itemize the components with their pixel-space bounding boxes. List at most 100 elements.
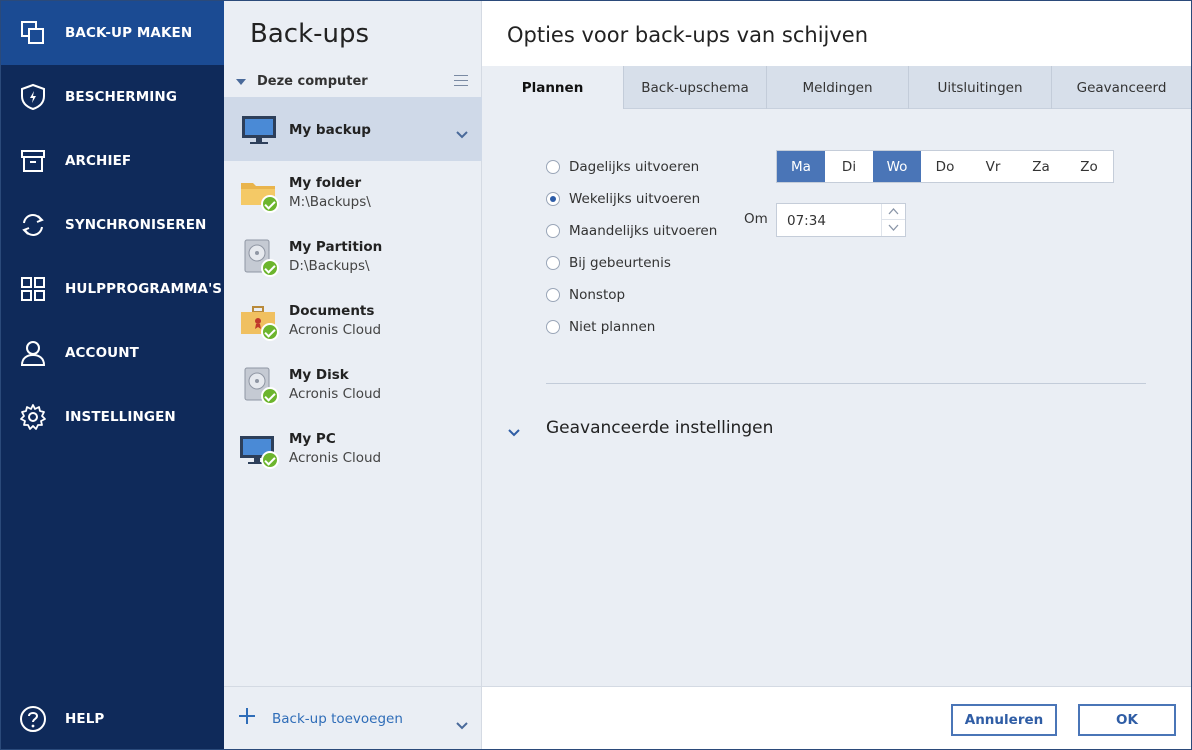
backup-item[interactable]: My backup [224,97,482,161]
backup-item[interactable]: My Disk Acronis Cloud [224,353,482,417]
status-ok-icon [261,259,279,277]
nav-item-settings[interactable]: INSTELLINGEN [1,385,224,449]
nav-label: HELP [65,711,105,727]
radio-weekly[interactable]: Wekelijks uitvoeren [546,188,746,210]
gear-icon [19,403,47,431]
chevron-down-icon[interactable] [508,422,520,437]
app-window: BACK-UP MAKEN BESCHERMING ARCHIEF SYNCHR… [0,0,1192,750]
backup-location: Acronis Cloud [289,386,382,402]
radio-no-schedule[interactable]: Niet plannen [546,316,746,338]
status-ok-icon [261,195,279,213]
backup-location: Acronis Cloud [289,322,382,338]
backup-name: My Disk [289,367,349,383]
caret-down-icon[interactable] [236,79,246,85]
nav-item-sync[interactable]: SYNCHRONISEREN [1,193,224,257]
nav-item-archive[interactable]: ARCHIEF [1,129,224,193]
briefcase-icon [239,301,279,341]
monitor-icon [239,429,279,469]
radio-on-event[interactable]: Bij gebeurtenis [546,252,746,274]
tab-bar: Plannen Back-upschema Meldingen Uitsluit… [482,66,1191,110]
radio-button[interactable] [546,320,560,334]
nav-item-account[interactable]: ACCOUNT [1,321,224,385]
day-toggle-fri[interactable]: Vr [969,151,1017,182]
options-header: Opties voor back-ups van schijven [482,1,1191,66]
radio-label: Dagelijks uitvoeren [569,159,700,175]
archive-icon [19,147,47,175]
sync-icon [19,211,47,239]
tab-exclusions[interactable]: Uitsluitingen [908,66,1051,109]
grid-icon [19,275,47,303]
add-backup-bar[interactable]: Back-up toevoegen [224,686,482,749]
nav-label: ACCOUNT [65,345,139,361]
radio-monthly[interactable]: Maandelijks uitvoeren [546,220,746,242]
hamburger-menu-icon[interactable] [454,75,468,87]
ok-button[interactable]: OK [1078,704,1176,736]
radio-button[interactable] [546,224,560,238]
day-toggle-wed[interactable]: Wo [873,151,921,182]
nav-label: SYNCHRONISEREN [65,217,207,233]
day-toggle-mon[interactable]: Ma [777,151,825,182]
spinner-down-button[interactable] [882,220,905,236]
radio-button[interactable] [546,192,560,206]
list-title: Back-ups [250,19,370,49]
radio-button[interactable] [546,288,560,302]
folder-icon [239,173,279,213]
group-header[interactable]: Deze computer [224,67,482,97]
tab-backup-scheme[interactable]: Back-upschema [623,66,766,109]
advanced-settings-toggle[interactable]: Geavanceerde instellingen [546,418,773,438]
nav-label: HULPPROGRAMMA'S [65,281,223,297]
radio-nonstop[interactable]: Nonstop [546,284,746,306]
backup-item[interactable]: My folder M:\Backups\ [224,161,482,225]
backup-name: My Partition [289,239,383,255]
nav-item-protection[interactable]: BESCHERMING [1,65,224,129]
plus-icon[interactable] [238,707,256,725]
radio-daily[interactable]: Dagelijks uitvoeren [546,156,746,178]
backup-list-pane: Back-ups Deze computer My backup My fold… [224,1,482,749]
spinner-up-button[interactable] [882,204,905,220]
backup-item[interactable]: Documents Acronis Cloud [224,289,482,353]
backup-name: My backup [289,122,371,138]
radio-label: Niet plannen [569,319,656,335]
radio-button[interactable] [546,160,560,174]
chevron-down-icon[interactable] [456,715,468,730]
backup-item[interactable]: My PC Acronis Cloud [224,417,482,481]
day-toggle-sat[interactable]: Za [1017,151,1065,182]
time-field [776,203,906,237]
status-ok-icon [261,323,279,341]
section-divider [546,383,1146,384]
tab-notifications[interactable]: Meldingen [766,66,908,109]
group-label: Deze computer [257,74,368,89]
monitor-icon [239,109,279,149]
radio-label: Wekelijks uitvoeren [569,191,701,207]
tab-schedule[interactable]: Plannen [482,66,623,110]
tab-advanced[interactable]: Geavanceerd [1051,66,1191,109]
nav-label: BACK-UP MAKEN [65,25,193,41]
day-toggle-sun[interactable]: Zo [1065,151,1113,182]
backup-name: My PC [289,431,336,447]
shield-icon [19,83,47,111]
user-icon [19,339,47,367]
chevron-down-icon[interactable] [456,124,468,139]
nav-label: BESCHERMING [65,89,177,105]
nav-label: ARCHIEF [65,153,132,169]
nav-item-tools[interactable]: HULPPROGRAMMA'S [1,257,224,321]
dialog-footer: Annuleren OK [482,686,1191,749]
radio-label: Bij gebeurtenis [569,255,671,271]
backup-item[interactable]: My Partition D:\Backups\ [224,225,482,289]
backup-name: My folder [289,175,362,191]
backup-location: M:\Backups\ [289,194,371,210]
radio-button[interactable] [546,256,560,270]
nav-item-help[interactable]: HELP [1,687,224,749]
nav-item-backup[interactable]: BACK-UP MAKEN [1,1,224,65]
day-toggle-tue[interactable]: Di [825,151,873,182]
status-ok-icon [261,451,279,469]
day-toggle-thu[interactable]: Do [921,151,969,182]
copy-icon [19,19,47,47]
main-nav: BACK-UP MAKEN BESCHERMING ARCHIEF SYNCHR… [1,1,224,749]
add-backup-button[interactable]: Back-up toevoegen [272,711,403,727]
cancel-button[interactable]: Annuleren [951,704,1057,736]
radio-label: Maandelijks uitvoeren [569,223,718,239]
time-input[interactable] [787,213,867,229]
time-label: Om [744,211,768,227]
page-title: Opties voor back-ups van schijven [507,23,869,47]
